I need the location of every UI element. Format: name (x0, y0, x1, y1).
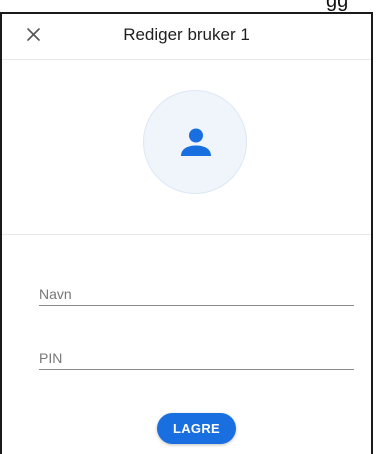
pin-field (39, 347, 354, 370)
person-icon (181, 128, 211, 156)
dialog-header: Rediger bruker 1 (2, 14, 371, 60)
page: gg Rediger bruker 1 LAGRE (0, 0, 377, 454)
name-field (39, 283, 354, 306)
save-button[interactable]: LAGRE (157, 413, 236, 444)
name-input[interactable] (39, 283, 354, 305)
avatar[interactable] (143, 90, 247, 194)
dialog-title: Rediger bruker 1 (123, 25, 250, 44)
background-text: gg (326, 0, 349, 12)
avatar-section (2, 60, 371, 235)
edit-user-dialog: Rediger bruker 1 LAGRE (0, 12, 373, 454)
pin-input[interactable] (39, 347, 354, 369)
